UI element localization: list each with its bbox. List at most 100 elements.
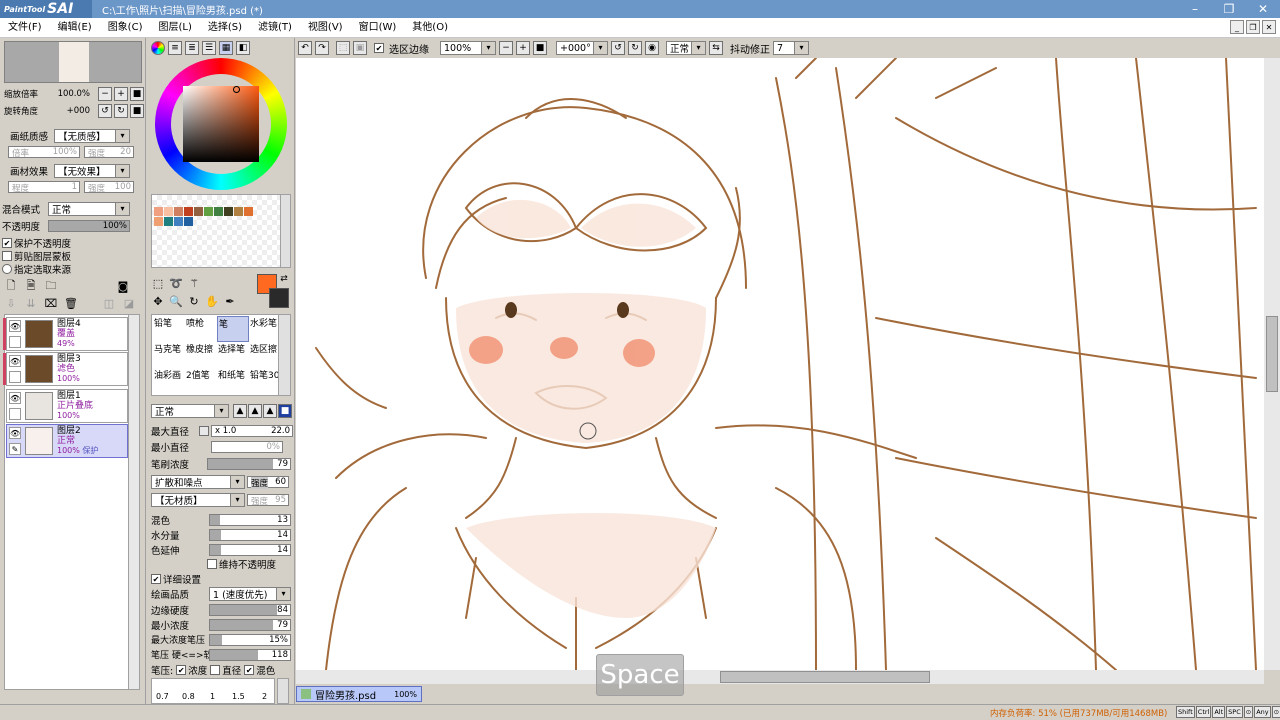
color-swatch[interactable] (184, 207, 193, 216)
rotate-right-icon[interactable]: ↻ (114, 104, 128, 118)
selection-edge-checkbox[interactable]: ✔ (374, 43, 384, 53)
pressure-blend-checkbox[interactable]: ✔ (244, 665, 255, 675)
brush-shape-medium-icon[interactable]: ▲ (248, 404, 262, 418)
maximize-button[interactable]: ❐ (1212, 0, 1246, 18)
brush-tool[interactable]: 橡皮擦 (185, 342, 217, 368)
brush-shape-select[interactable]: 扩散和噪点 (151, 475, 245, 489)
brush-grid-scrollbar[interactable] (278, 315, 290, 395)
rotate-value[interactable]: +000 (48, 106, 90, 116)
blend-slider[interactable]: 13 (209, 514, 291, 526)
min-density-slider[interactable]: 79 (209, 619, 291, 631)
brush-tool[interactable]: 喷枪 (185, 316, 217, 342)
max-pressure-slider[interactable]: 15% (209, 633, 291, 646)
deselect-icon[interactable]: ⬚ (336, 41, 350, 55)
shape-strength-slider[interactable]: 强度 60 (247, 476, 289, 489)
paper-effect-select[interactable]: 【无效果】 (54, 164, 130, 178)
document-tab[interactable]: 冒险男孩.psd 100% (296, 686, 422, 702)
canvas-zoom-select[interactable]: 100% (440, 41, 496, 55)
zoom-icon[interactable]: 🔍 (169, 294, 183, 308)
canvas-mode-select[interactable]: 正常 (666, 41, 706, 55)
hand-icon[interactable]: ✋ (205, 294, 219, 308)
secondary-color[interactable] (269, 288, 289, 308)
menu-edit[interactable]: 编辑(E) (50, 18, 100, 38)
zoom-reset-icon[interactable]: ■ (130, 87, 144, 101)
canvas-zoom-reset-icon[interactable]: ■ (533, 41, 547, 55)
paper-degree-slider[interactable]: 程度 1 (8, 181, 80, 194)
redo-icon[interactable]: ↷ (315, 41, 329, 55)
canvas-rotate-right-icon[interactable]: ↻ (628, 41, 642, 55)
menu-image[interactable]: 图象(C) (100, 18, 151, 38)
brush-shape-hard-icon[interactable]: ▲ (263, 404, 277, 418)
shift-key-indicator[interactable]: Shift (1176, 706, 1195, 718)
detail-settings-row[interactable]: ✔ 详细设置 (151, 572, 201, 586)
layer-item-1[interactable]: 👁 图层1 正片叠底 100% (6, 389, 128, 423)
undo-icon[interactable]: ↶ (298, 41, 312, 55)
color-swatch[interactable] (184, 217, 193, 226)
brush-tool[interactable]: 铅笔 (153, 316, 185, 342)
eye-icon[interactable]: 👁 (9, 427, 21, 439)
hsv-slider-tab-icon[interactable]: ≣ (185, 41, 199, 55)
zoom-value[interactable]: 100.0% (48, 89, 90, 99)
pressure-slider[interactable]: 118 (209, 648, 291, 661)
color-swatch[interactable] (154, 217, 163, 226)
scratchpad-tab-icon[interactable]: ◧ (236, 41, 250, 55)
doc-close-icon[interactable]: ✕ (1262, 20, 1276, 34)
move-icon[interactable]: ✥ (151, 294, 165, 308)
new-folder-icon[interactable]: 🗀 (44, 279, 58, 293)
canvas-rotate-left-icon[interactable]: ↺ (611, 41, 625, 55)
brush-tool[interactable]: 铅笔30 (249, 368, 281, 394)
swap-colors-icon[interactable]: ⇄ (277, 272, 291, 286)
eye-icon[interactable]: 👁 (9, 355, 21, 367)
canvas-zoom-out-icon[interactable]: − (499, 41, 513, 55)
brush-blend-select[interactable]: 正常 (151, 404, 229, 418)
transfer-down-icon[interactable]: ⇩ (4, 296, 18, 310)
paper-texture-select[interactable]: 【无质感】 (54, 129, 130, 143)
brush-tool[interactable]: 笔 (217, 316, 249, 342)
layers-scrollbar[interactable] (128, 314, 140, 690)
brush-tool[interactable]: 2值笔 (185, 368, 217, 394)
brush-tool[interactable]: 水彩笔 (249, 316, 281, 342)
color-wheel-tab-icon[interactable] (151, 41, 165, 55)
texture-strength-slider[interactable]: 强度 95 (247, 494, 289, 507)
menu-filter[interactable]: 滤镜(T) (250, 18, 300, 38)
canvas-vertical-scrollbar[interactable] (1264, 58, 1280, 670)
delete-layer-icon[interactable]: 🗑 (64, 296, 78, 310)
pressure-density-checkbox[interactable]: ✔ (176, 665, 187, 675)
detail-settings-checkbox[interactable]: ✔ (151, 574, 161, 584)
canvas-horizontal-scrollbar[interactable] (296, 670, 1264, 684)
color-swatch[interactable] (194, 207, 203, 216)
apply-mask-icon[interactable]: ◫ (102, 296, 116, 310)
edge-hardness-slider[interactable]: 84 (209, 604, 291, 616)
preset-size[interactable]: 2 (262, 692, 267, 701)
presets-scrollbar[interactable] (277, 678, 289, 704)
eraser-indicator-icon[interactable]: ⊙ (1271, 706, 1280, 718)
color-wheel[interactable] (155, 58, 287, 190)
intermediate-color-tab-icon[interactable]: ☰ (202, 41, 216, 55)
preset-size[interactable]: 0.8 (182, 692, 195, 701)
paper-scale-slider[interactable]: 倍率 100% (8, 146, 80, 159)
invert-selection-icon[interactable]: ▣ (353, 41, 367, 55)
lasso-icon[interactable]: ➰ (169, 276, 183, 290)
menu-other[interactable]: 其他(O) (404, 18, 456, 38)
clear-layer-icon[interactable]: ⌧ (44, 296, 58, 310)
magic-wand-icon[interactable]: ⚚ (187, 276, 201, 290)
pen-indicator-icon[interactable]: ⊙ (1243, 706, 1254, 718)
canvas-angle-select[interactable]: +000° (556, 41, 608, 55)
rgb-slider-tab-icon[interactable]: ≡ (168, 41, 182, 55)
clipping-mask-row[interactable]: 剪贴图层蒙板 (2, 249, 71, 263)
merge-down-icon[interactable]: ⇊ (24, 296, 38, 310)
brush-tool[interactable]: 马克笔 (153, 342, 185, 368)
persistence-slider[interactable]: 14 (209, 544, 291, 556)
rect-select-icon[interactable]: ⬚ (151, 276, 165, 290)
protect-opacity-checkbox[interactable]: ✔ (2, 238, 12, 248)
layer-item-3[interactable]: 👁 图层3 滤色 100% (3, 352, 128, 386)
space-key-indicator[interactable]: SPC (1226, 706, 1243, 718)
brush-tool[interactable]: 油彩画 (153, 368, 185, 394)
menu-window[interactable]: 窗口(W) (351, 18, 405, 38)
preset-size[interactable]: 1 (210, 692, 215, 701)
canvas-zoom-in-icon[interactable]: + (516, 41, 530, 55)
pen-icon[interactable]: ✎ (9, 443, 21, 455)
lock-icon[interactable] (9, 371, 21, 383)
density-slider[interactable]: 79 (207, 458, 291, 470)
paper-strength-slider[interactable]: 强度 20 (84, 146, 134, 159)
